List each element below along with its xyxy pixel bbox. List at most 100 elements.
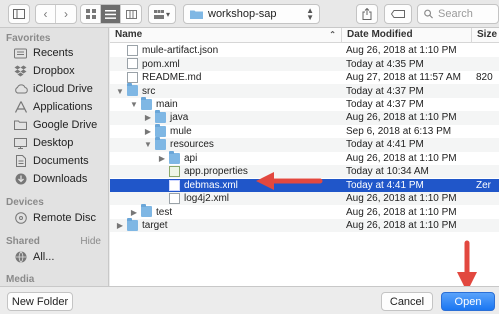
file-name: java bbox=[170, 112, 189, 124]
path-popup[interactable]: workshop-sap ▲ ▼ bbox=[183, 4, 320, 24]
table-row[interactable]: ▼ resources Today at 4:41 PM bbox=[110, 137, 499, 152]
sidebar-item-applications[interactable]: Applications bbox=[0, 98, 108, 116]
sidebar-item-label: Downloads bbox=[33, 173, 88, 185]
gallery-icon bbox=[153, 9, 164, 19]
file-date-modified: Today at 4:37 PM bbox=[346, 85, 424, 97]
file-name: target bbox=[142, 220, 168, 232]
file-date-modified: Aug 26, 2018 at 1:10 PM bbox=[346, 193, 457, 205]
column-header-date[interactable]: Date Modified bbox=[341, 28, 471, 43]
folder-icon bbox=[169, 150, 180, 164]
table-row-selected[interactable]: debmas.xml Today at 4:41 PM Zer bbox=[110, 178, 499, 192]
updown-arrows-icon: ▲ ▼ bbox=[306, 6, 314, 22]
search-field[interactable] bbox=[417, 4, 499, 24]
file-icon bbox=[169, 166, 180, 178]
file-name: log4j2.xml bbox=[184, 193, 230, 205]
table-row[interactable]: ▼ src Today at 4:37 PM bbox=[110, 83, 499, 98]
file-date-modified: Aug 27, 2018 at 11:57 AM bbox=[346, 72, 461, 84]
folder-icon bbox=[155, 110, 166, 124]
disclosure-collapsed-icon[interactable]: ▶ bbox=[144, 113, 152, 122]
column-view-button[interactable] bbox=[121, 5, 141, 23]
file-name: main bbox=[156, 98, 178, 110]
disclosure-expanded-icon[interactable]: ▼ bbox=[130, 100, 138, 109]
file-date-modified: Today at 4:37 PM bbox=[346, 98, 424, 110]
new-folder-button[interactable]: New Folder bbox=[7, 292, 73, 311]
grid-icon bbox=[85, 9, 96, 19]
folder-icon bbox=[13, 118, 28, 132]
gallery-view-dropdown[interactable]: ▾ bbox=[148, 4, 176, 24]
sidebar-item-documents[interactable]: Documents bbox=[0, 152, 108, 170]
table-row[interactable]: ▶ api Aug 26, 2018 at 1:10 PM bbox=[110, 150, 499, 165]
table-row[interactable]: mule-artifact.json Aug 26, 2018 at 1:10 P… bbox=[110, 44, 499, 57]
share-button[interactable] bbox=[356, 4, 378, 24]
table-row[interactable]: ▶ test Aug 26, 2018 at 1:10 PM bbox=[110, 204, 499, 218]
sort-ascending-icon: ⌃ bbox=[329, 30, 336, 39]
column-header-label: Size bbox=[477, 29, 498, 40]
table-row[interactable]: README.md Aug 27, 2018 at 11:57 AM 820 bbox=[110, 71, 499, 84]
favorites-heading: Favorites bbox=[6, 33, 51, 44]
sidebar: Favorites Recents Dropbox iCloud Drive A… bbox=[0, 28, 109, 286]
downloads-icon bbox=[13, 172, 28, 186]
folder-icon bbox=[155, 123, 166, 137]
chevron-down-icon: ▾ bbox=[165, 9, 170, 19]
disclosure-collapsed-icon[interactable]: ▶ bbox=[144, 127, 152, 136]
shared-hide-link[interactable]: Hide bbox=[80, 236, 101, 247]
disclosure-expanded-icon[interactable]: ▼ bbox=[144, 140, 152, 149]
column-header-label: Name bbox=[115, 29, 143, 40]
file-date-modified: Aug 26, 2018 at 1:10 PM bbox=[346, 45, 457, 57]
file-name: debmas.xml bbox=[184, 179, 238, 191]
table-row[interactable]: log4j2.xml Aug 26, 2018 at 1:10 PM bbox=[110, 191, 499, 206]
forward-button[interactable]: › bbox=[56, 5, 76, 23]
file-name: app.properties bbox=[184, 166, 248, 178]
file-icon bbox=[169, 179, 180, 191]
file-size: 820 bbox=[476, 72, 493, 84]
file-date-modified: Today at 4:35 PM bbox=[346, 58, 424, 70]
network-icon bbox=[13, 250, 28, 264]
table-row[interactable]: ▶ java Aug 26, 2018 at 1:10 PM bbox=[110, 110, 499, 125]
sidebar-item-icloud-drive[interactable]: iCloud Drive bbox=[0, 80, 108, 98]
sidebar-item-google-drive[interactable]: Google Drive bbox=[0, 116, 108, 134]
folder-icon bbox=[127, 83, 138, 97]
sidebar-item-recents[interactable]: Recents bbox=[0, 44, 108, 62]
sidebar-item-remote-disc[interactable]: Remote Disc bbox=[0, 209, 108, 227]
file-icon bbox=[127, 45, 138, 56]
disclosure-collapsed-icon[interactable]: ▶ bbox=[158, 154, 166, 163]
history-nav: ‹ › bbox=[35, 4, 77, 24]
disclosure-collapsed-icon[interactable]: ▶ bbox=[130, 208, 138, 217]
column-header-name[interactable]: Name ⌃ bbox=[110, 28, 346, 43]
back-button[interactable]: ‹ bbox=[36, 5, 56, 23]
sidebar-item-all-shared[interactable]: All... bbox=[0, 248, 108, 266]
file-name: test bbox=[156, 206, 173, 218]
chevron-left-icon: ‹ bbox=[43, 7, 48, 21]
icon-view-button[interactable] bbox=[81, 5, 101, 23]
file-name: mule bbox=[170, 125, 192, 137]
search-input[interactable] bbox=[438, 8, 498, 20]
sidebar-toggle-button[interactable] bbox=[8, 4, 30, 24]
table-row[interactable]: pom.xml Today at 4:35 PM bbox=[110, 57, 499, 71]
shared-heading: Shared bbox=[6, 236, 40, 247]
table-row[interactable]: app.properties Today at 10:34 AM bbox=[110, 165, 499, 179]
cancel-button[interactable]: Cancel bbox=[381, 292, 433, 311]
path-label: workshop-sap bbox=[208, 8, 277, 20]
table-row[interactable]: ▶ target Aug 26, 2018 at 1:10 PM bbox=[110, 217, 499, 233]
table-row[interactable]: ▶ mule Sep 6, 2018 at 6:13 PM bbox=[110, 123, 499, 138]
sidebar-item-downloads[interactable]: Downloads bbox=[0, 170, 108, 188]
sidebar-item-desktop[interactable]: Desktop bbox=[0, 134, 108, 152]
file-date-modified: Today at 4:41 PM bbox=[346, 139, 424, 151]
sidebar-item-dropbox[interactable]: Dropbox bbox=[0, 62, 108, 80]
tags-button[interactable] bbox=[384, 4, 412, 24]
file-date-modified: Aug 26, 2018 at 1:10 PM bbox=[346, 220, 457, 232]
table-row[interactable]: ▼ main Today at 4:37 PM bbox=[110, 96, 499, 111]
tag-icon bbox=[391, 10, 405, 18]
file-date-modified: Today at 4:41 PM bbox=[346, 179, 424, 191]
file-name: pom.xml bbox=[142, 58, 180, 70]
list-view-button[interactable] bbox=[101, 5, 121, 23]
disclosure-expanded-icon[interactable]: ▼ bbox=[116, 87, 124, 96]
search-icon bbox=[424, 9, 433, 19]
disclosure-collapsed-icon[interactable]: ▶ bbox=[116, 221, 124, 230]
file-icon bbox=[127, 58, 138, 70]
footer: New Folder Cancel Open bbox=[0, 286, 499, 314]
column-header-size[interactable]: Size bbox=[471, 28, 499, 43]
folder-icon bbox=[127, 217, 138, 231]
open-button[interactable]: Open bbox=[441, 292, 495, 311]
list-icon bbox=[105, 9, 116, 19]
